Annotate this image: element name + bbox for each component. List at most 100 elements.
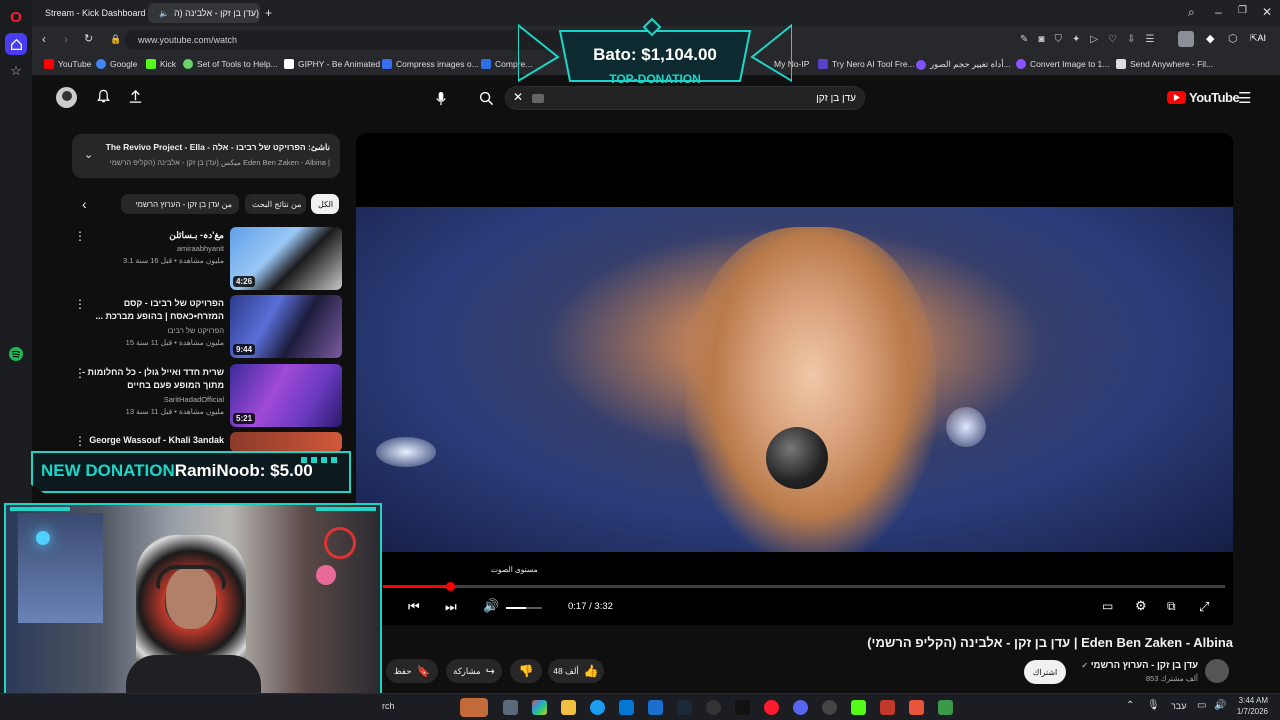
search-button[interactable] [473,86,499,110]
back-icon[interactable]: ‹ [42,32,46,46]
channel-name[interactable]: עדן בן זקן - הערוץ הרשמי ✓ [1081,660,1198,671]
create-upload-icon[interactable] [128,89,143,104]
4k-app-icon[interactable] [706,700,721,715]
miniplayer-icon[interactable]: ⧉ [1167,599,1176,614]
tiktok-icon[interactable] [735,700,750,715]
channel-avatar[interactable] [1205,659,1229,683]
chevron-down-icon[interactable]: ⌄ [84,148,93,161]
bookmark-nero[interactable]: Try Nero AI Tool Fre... [818,59,915,69]
maximize-button[interactable]: ❐ [1238,5,1247,16]
bookmark-tools[interactable]: Set of Tools to Help... [183,59,278,69]
keyboard-icon[interactable] [532,94,544,103]
language-indicator[interactable]: עבר [1171,701,1186,711]
clear-search-icon[interactable]: ✕ [513,90,523,104]
forward-icon[interactable]: › [64,32,68,46]
bookmark-giphy[interactable]: GIPHY - Be Animated [284,59,380,69]
search-input[interactable] [556,89,856,108]
sheets-icon[interactable] [938,700,953,715]
recommendation-item[interactable]: ⋮ שרית חדד ואייל גולן - כל החלומות - מתו… [72,364,342,428]
tray-chevron-icon[interactable]: ⌃ [1126,700,1134,711]
task-view-icon[interactable] [503,700,518,715]
save-button[interactable]: حفظ 🔖 [386,659,438,683]
dislike-button[interactable]: 👎 [510,659,542,683]
profile-avatar[interactable] [1178,31,1194,47]
recommendation-item[interactable]: ⋮ مغ'دہ- بـسائلن amiraabhyanit 3.1 مليون… [72,227,342,291]
new-tab-button[interactable]: + [262,3,278,23]
volume-tray-icon[interactable]: 🔊 [1214,700,1226,711]
hamburger-menu-icon[interactable]: ☰ [1238,89,1251,107]
clock[interactable]: 3:44 AM 1/7/2026 [1230,695,1268,717]
copilot-icon[interactable] [532,700,547,715]
store-icon[interactable] [619,700,634,715]
app-red-icon[interactable] [880,700,895,715]
download-icon[interactable]: ⇩ [1127,34,1135,45]
extension-icon[interactable]: ✦ [1072,34,1080,45]
edge-icon[interactable] [590,700,605,715]
recommendation-item[interactable]: ⋮ הפרויקט של רביבו - קסם המזרח•כאסח | בה… [72,295,342,359]
steam-icon[interactable] [677,700,692,715]
menu-icon[interactable]: ☰ [1145,34,1154,45]
subtitles-icon[interactable]: ▭ [1102,599,1113,613]
like-button[interactable]: 48 ألف 👍 [548,659,604,683]
reload-icon[interactable]: ↻ [84,32,93,45]
tab-youtube-video[interactable]: 🔈 (עדן בן זקן - אלבינה (ה [148,3,260,23]
obs-icon[interactable] [822,700,837,715]
taskbar-search-text[interactable]: rch [382,701,395,711]
opera-logo-icon[interactable]: O [5,6,27,28]
chip-all[interactable]: الكل [311,194,339,214]
progress-track[interactable] [383,582,1225,591]
rec-thumbnail[interactable]: 5:21 [230,364,342,427]
discord-icon[interactable] [793,700,808,715]
bookmark-youtube[interactable]: YouTube [44,59,91,69]
file-explorer-icon[interactable] [561,700,576,715]
bookmark-compress-images[interactable]: Compress images o... [382,59,479,69]
search-highlight-icon[interactable] [460,698,488,717]
tf-app-icon[interactable] [909,700,924,715]
bookmark-convert-image[interactable]: Convert Image to 1... [1016,59,1109,69]
video-frame[interactable] [356,207,1233,552]
volume-slider[interactable] [506,607,542,609]
heart-icon[interactable]: ♡ [1108,34,1117,45]
home-icon[interactable] [5,33,27,55]
mix-playlist-card[interactable]: ⌄ The Revivo Project - Ella - ناشئ: הפרו… [72,134,340,178]
voice-search-icon[interactable] [430,87,452,109]
close-window-button[interactable]: ✕ [1262,5,1272,19]
ai-button[interactable]: ⇱AI [1250,33,1266,44]
video-player[interactable]: مستوى الصوت ⏮ ⏭ 🔊 0:17 / 3:32 ▭ ⚙ ⧉ ⤢ [356,133,1233,625]
tab-kick-dashboard[interactable]: Stream - Kick Dashboard [34,3,146,23]
rec-thumbnail[interactable]: 9:44 [230,295,342,358]
mic-tray-icon[interactable]: 🎙 [1147,700,1160,711]
bookmark-google[interactable]: Google [96,59,137,69]
cube-icon[interactable]: ⬡ [1228,32,1238,45]
outlook-icon[interactable] [648,700,663,715]
share-button[interactable]: مشاركة ↪ [446,659,502,683]
previous-icon[interactable]: ⏮ [408,599,420,615]
network-icon[interactable]: ▭ [1197,700,1206,711]
subscribe-button[interactable]: اشتراك [1024,660,1066,684]
account-avatar[interactable] [56,87,77,108]
shield-icon[interactable]: ⛉ [1054,34,1062,45]
bookmark-image-resizer[interactable]: أداة تغيير حجم الصور... [916,59,1011,70]
chips-left-arrow-icon[interactable]: ‹ [82,196,87,212]
next-icon[interactable]: ⏭ [445,599,457,615]
kick-taskbar-icon[interactable] [851,700,866,715]
tab-search-icon[interactable]: ⌕ [1188,5,1195,20]
chip-channel[interactable]: من עדן בן זקן - הערוץ הרשמי [121,194,239,214]
settings-icon[interactable]: ⚙ [1135,598,1147,614]
fullscreen-icon[interactable]: ⤢ [1199,599,1209,615]
star-icon[interactable]: ☆ [5,60,27,82]
bookmark-kick[interactable]: Kick [146,59,176,69]
youtube-logo[interactable]: YouTube [1167,90,1240,105]
recommendation-item[interactable]: ⋮ George Wassouf - Khali 3andak [72,432,342,452]
camera-icon[interactable]: ◙ [1038,34,1044,45]
volume-icon[interactable]: 🔊 [483,598,499,614]
bookmark-send-anywhere[interactable]: Send Anywhere - Fil... [1116,59,1213,69]
chip-search-results[interactable]: من نتائج البحث [245,194,306,214]
rec-thumbnail[interactable]: 4:26 [230,227,342,290]
rec-thumbnail[interactable] [230,432,342,452]
edit-icon[interactable]: ✎ [1020,34,1028,45]
spotify-icon[interactable] [5,343,27,365]
aria-icon[interactable]: ◆ [1206,32,1214,45]
notifications-icon[interactable] [96,89,111,104]
opera-taskbar-icon[interactable] [764,700,779,715]
